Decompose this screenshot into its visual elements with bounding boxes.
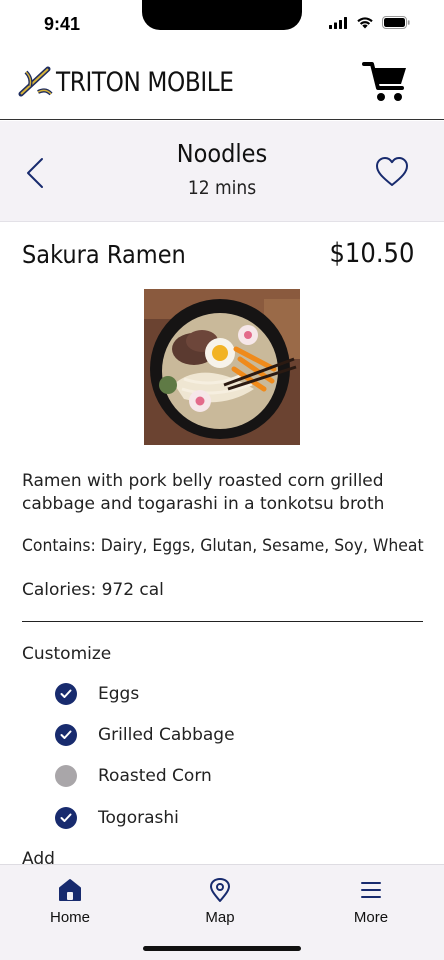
home-icon — [59, 879, 81, 901]
tab-bar: Home Map More — [0, 864, 444, 960]
customize-heading: Customize — [22, 644, 112, 664]
battery-icon — [382, 16, 410, 29]
option-label: Grilled Cabbage — [98, 725, 235, 745]
wifi-icon — [357, 17, 373, 29]
trident-logo-icon — [18, 66, 53, 97]
status-bar: 9:41 — [0, 0, 444, 50]
item-price: $10.50 — [328, 238, 414, 269]
checkmark-icon[interactable] — [55, 724, 77, 746]
option-label: Eggs — [98, 684, 140, 704]
status-icons — [329, 16, 410, 29]
option-eggs[interactable]: Eggs — [55, 682, 139, 706]
notch — [142, 0, 302, 30]
tab-map[interactable]: Map — [165, 877, 275, 926]
unchecked-circle-icon[interactable] — [55, 765, 77, 787]
allergen-info: Contains: Dairy, Eggs, Glutan, Sesame, S… — [22, 536, 424, 556]
option-roasted-corn[interactable]: Roasted Corn — [55, 764, 212, 788]
item-name: Sakura Ramen — [22, 240, 186, 269]
category-bar: Noodles 12 mins — [0, 121, 444, 222]
option-togorashi[interactable]: Togorashi — [55, 806, 179, 830]
item-description: Ramen with pork belly roasted corn grill… — [22, 471, 385, 514]
tab-label: Home — [49, 909, 90, 926]
option-label: Roasted Corn — [98, 766, 212, 786]
food-image — [144, 289, 300, 445]
signal-icon — [329, 16, 347, 29]
divider — [22, 621, 423, 622]
shopping-cart-icon[interactable] — [362, 58, 410, 106]
brand-name: TRITON MOBILE — [56, 66, 234, 98]
tab-home[interactable]: Home — [15, 877, 125, 926]
heart-icon[interactable] — [374, 155, 410, 189]
home-indicator — [143, 946, 301, 951]
wait-time: 12 mins — [187, 177, 257, 199]
tab-more[interactable]: More — [316, 877, 426, 926]
checkmark-icon[interactable] — [55, 807, 77, 829]
app-header: TRITON MOBILE — [0, 50, 444, 120]
ramen-bowl-image — [144, 289, 300, 445]
calorie-info: Calories: 972 cal — [22, 580, 164, 600]
category-title: Noodles — [176, 139, 268, 168]
brand[interactable]: TRITON MOBILE — [18, 64, 262, 100]
option-label: Togorashi — [98, 808, 179, 828]
menu-icon — [361, 882, 381, 898]
tab-label: More — [353, 909, 389, 926]
status-time: 9:41 — [44, 14, 81, 34]
checkmark-icon[interactable] — [55, 683, 77, 705]
option-grilled-cabbage[interactable]: Grilled Cabbage — [55, 723, 235, 747]
map-pin-icon — [210, 878, 230, 902]
tab-label: Map — [205, 909, 235, 926]
